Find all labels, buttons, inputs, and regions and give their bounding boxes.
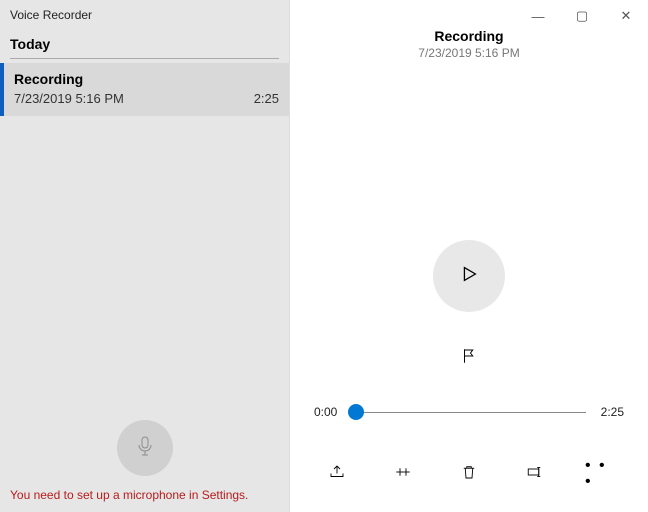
recording-item-subline: 7/23/2019 5:16 PM 2:25: [14, 91, 279, 106]
rename-icon: [526, 463, 544, 486]
trash-icon: [460, 463, 478, 486]
main-panel: — ▢ ✕ Recording 7/23/2019 5:16 PM 0:00: [290, 0, 648, 512]
recording-subtitle: 7/23/2019 5:16 PM: [290, 46, 648, 60]
trim-button[interactable]: [387, 460, 419, 488]
action-toolbar: • • •: [321, 452, 617, 502]
record-button[interactable]: [117, 420, 173, 476]
recording-list-item[interactable]: Recording 7/23/2019 5:16 PM 2:25: [0, 63, 289, 116]
play-button[interactable]: [433, 240, 505, 312]
app-window: Voice Recorder Today Recording 7/23/2019…: [0, 0, 648, 512]
current-time-label: 0:00: [314, 405, 342, 419]
rename-button[interactable]: [519, 460, 551, 488]
total-time-label: 2:25: [596, 405, 624, 419]
more-button[interactable]: • • •: [585, 460, 617, 488]
marker-button[interactable]: [451, 340, 487, 376]
seek-track-line: [352, 412, 586, 413]
recording-item-timestamp: 7/23/2019 5:16 PM: [14, 91, 124, 106]
player-area: 0:00 2:25: [290, 60, 648, 512]
recording-header: Recording 7/23/2019 5:16 PM: [290, 28, 648, 60]
section-header-today: Today: [0, 36, 289, 58]
share-icon: [328, 463, 346, 486]
recording-item-duration: 2:25: [254, 91, 279, 106]
playback-timeline: 0:00 2:25: [314, 400, 624, 424]
share-button[interactable]: [321, 460, 353, 488]
sidebar: Voice Recorder Today Recording 7/23/2019…: [0, 0, 290, 512]
app-title: Voice Recorder: [0, 0, 289, 36]
seek-track[interactable]: [352, 400, 586, 424]
flag-icon: [460, 347, 478, 370]
microphone-warning-text: You need to set up a microphone in Setti…: [0, 482, 289, 512]
recording-item-name: Recording: [14, 71, 279, 87]
section-divider: [10, 58, 279, 59]
seek-thumb[interactable]: [348, 404, 364, 420]
delete-button[interactable]: [453, 460, 485, 488]
trim-icon: [394, 463, 412, 486]
recording-title: Recording: [290, 28, 648, 44]
more-icon: • • •: [585, 458, 617, 490]
sidebar-spacer: [0, 116, 289, 412]
microphone-icon: [133, 434, 157, 463]
play-icon: [458, 263, 480, 290]
record-button-wrap: [0, 412, 289, 482]
